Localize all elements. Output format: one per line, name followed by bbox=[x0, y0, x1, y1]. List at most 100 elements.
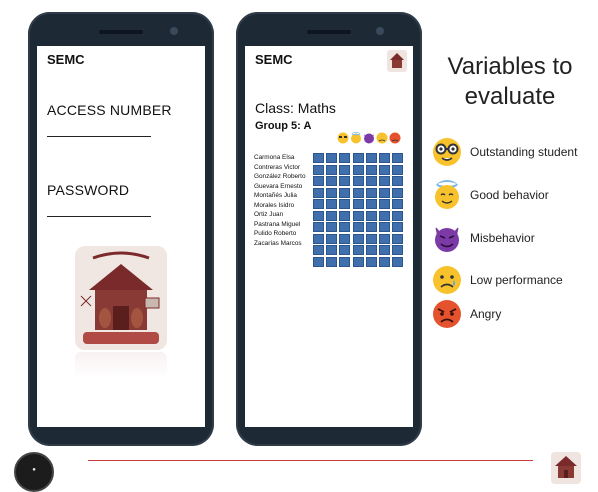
evaluation-cell[interactable] bbox=[365, 153, 377, 163]
evaluation-cell[interactable] bbox=[365, 233, 377, 244]
devil-face-icon bbox=[364, 133, 374, 144]
evaluation-cell[interactable] bbox=[313, 153, 324, 163]
evaluation-cell[interactable] bbox=[378, 164, 390, 175]
evaluation-cell[interactable] bbox=[352, 210, 364, 221]
evaluation-cell[interactable] bbox=[392, 153, 404, 163]
evaluation-cell[interactable] bbox=[378, 199, 390, 209]
evaluation-cell[interactable] bbox=[352, 176, 364, 186]
evaluation-cell[interactable] bbox=[365, 256, 377, 267]
legend-label: Outstanding student bbox=[470, 145, 578, 159]
legend-item-misbehavior: Misbehavior bbox=[432, 223, 535, 253]
student-name: Pastrana Miguel bbox=[254, 220, 301, 228]
evaluation-cell[interactable] bbox=[378, 176, 390, 186]
evaluation-cell[interactable] bbox=[339, 233, 351, 244]
evaluation-cell[interactable] bbox=[352, 222, 364, 232]
evaluation-cell[interactable] bbox=[339, 222, 351, 232]
evaluation-cell[interactable] bbox=[365, 222, 377, 232]
footer-divider bbox=[88, 460, 533, 461]
evaluation-cell[interactable] bbox=[378, 245, 390, 255]
legend-label: Good behavior bbox=[470, 188, 549, 202]
legend-label: Angry bbox=[470, 307, 502, 321]
school-logo bbox=[75, 246, 167, 350]
evaluation-cell[interactable] bbox=[339, 210, 351, 221]
legend-label: Misbehavior bbox=[470, 231, 535, 245]
evaluation-cell[interactable] bbox=[326, 210, 338, 221]
evaluation-grid bbox=[313, 153, 404, 267]
evaluation-cell[interactable] bbox=[326, 245, 338, 255]
evaluation-cell[interactable] bbox=[339, 164, 351, 175]
evaluation-cell[interactable] bbox=[378, 210, 390, 221]
password-input[interactable] bbox=[47, 216, 151, 217]
evaluation-cell[interactable] bbox=[326, 233, 338, 244]
phone-speaker bbox=[307, 30, 351, 34]
evaluation-cell[interactable] bbox=[392, 222, 404, 232]
evaluation-cell[interactable] bbox=[313, 256, 324, 267]
footer-school-logo bbox=[551, 452, 581, 484]
evaluation-cell[interactable] bbox=[313, 176, 324, 186]
evaluation-cell[interactable] bbox=[313, 164, 324, 175]
evaluation-cell[interactable] bbox=[326, 222, 338, 232]
evaluation-cell[interactable] bbox=[313, 222, 324, 232]
phone-speaker bbox=[99, 30, 143, 34]
evaluation-cell[interactable] bbox=[392, 210, 404, 221]
legend-item-low-performance: Low performance bbox=[432, 265, 563, 295]
evaluation-cell[interactable] bbox=[352, 233, 364, 244]
evaluation-cell[interactable] bbox=[313, 210, 324, 221]
evaluation-cell[interactable] bbox=[326, 176, 338, 186]
evaluation-cell[interactable] bbox=[392, 256, 404, 267]
evaluation-cell[interactable] bbox=[339, 245, 351, 255]
evaluation-cell[interactable] bbox=[339, 153, 351, 163]
evaluation-cell[interactable] bbox=[378, 256, 390, 267]
evaluation-cell[interactable] bbox=[392, 164, 404, 175]
evaluation-cell[interactable] bbox=[352, 256, 364, 267]
evaluation-cell[interactable] bbox=[365, 210, 377, 221]
evaluation-cell[interactable] bbox=[313, 199, 324, 209]
evaluation-cell[interactable] bbox=[339, 187, 351, 198]
student-name: Carmona Elsa bbox=[254, 154, 295, 161]
evaluation-cell[interactable] bbox=[326, 153, 338, 163]
phone-camera bbox=[376, 27, 384, 35]
evaluation-cell[interactable] bbox=[365, 176, 377, 186]
password-label: PASSWORD bbox=[47, 182, 130, 198]
evaluation-cell[interactable] bbox=[313, 245, 324, 255]
sad-face-icon bbox=[376, 132, 388, 144]
evaluation-cell[interactable] bbox=[339, 176, 351, 186]
evaluation-cell[interactable] bbox=[392, 187, 404, 198]
angry-face-icon bbox=[389, 132, 401, 144]
class-label: Class: Maths bbox=[255, 100, 336, 116]
app-title: SEMC bbox=[255, 52, 293, 67]
evaluation-cell[interactable] bbox=[326, 187, 338, 198]
evaluation-cell[interactable] bbox=[392, 199, 404, 209]
evaluation-cell[interactable] bbox=[326, 256, 338, 267]
evaluation-cell[interactable] bbox=[339, 199, 351, 209]
evaluation-cell[interactable] bbox=[365, 164, 377, 175]
legend-title: Variables to evaluate bbox=[447, 53, 573, 110]
evaluation-cell[interactable] bbox=[313, 187, 324, 198]
evaluation-cell[interactable] bbox=[352, 153, 364, 163]
evaluation-cell[interactable] bbox=[392, 176, 404, 186]
evaluation-cell[interactable] bbox=[392, 233, 404, 244]
evaluation-cell[interactable] bbox=[365, 199, 377, 209]
evaluation-cell[interactable] bbox=[313, 233, 324, 244]
evaluation-cell[interactable] bbox=[352, 164, 364, 175]
evaluation-cell[interactable] bbox=[378, 233, 390, 244]
evaluation-cell[interactable] bbox=[378, 153, 390, 163]
evaluation-cell[interactable] bbox=[378, 187, 390, 198]
phone-camera bbox=[170, 27, 178, 35]
evaluation-cell[interactable] bbox=[392, 245, 404, 255]
student-name: Montañés Julia bbox=[254, 192, 297, 199]
evaluation-cell[interactable] bbox=[326, 199, 338, 209]
nerd-face-icon bbox=[337, 132, 349, 144]
evaluation-cell[interactable] bbox=[352, 199, 364, 209]
evaluation-cell[interactable] bbox=[365, 187, 377, 198]
evaluation-cell[interactable] bbox=[352, 187, 364, 198]
evaluation-cell[interactable] bbox=[365, 245, 377, 255]
evaluation-cell[interactable] bbox=[339, 256, 351, 267]
evaluation-cell[interactable] bbox=[326, 164, 338, 175]
access-number-input[interactable] bbox=[47, 136, 151, 137]
evaluation-cell[interactable] bbox=[378, 222, 390, 232]
login-phone: SEMC ACCESS NUMBER PASSWORD bbox=[28, 12, 214, 446]
student-name: Ortiz Juan bbox=[254, 211, 284, 218]
devil-face-icon bbox=[435, 226, 459, 252]
evaluation-cell[interactable] bbox=[352, 245, 364, 255]
